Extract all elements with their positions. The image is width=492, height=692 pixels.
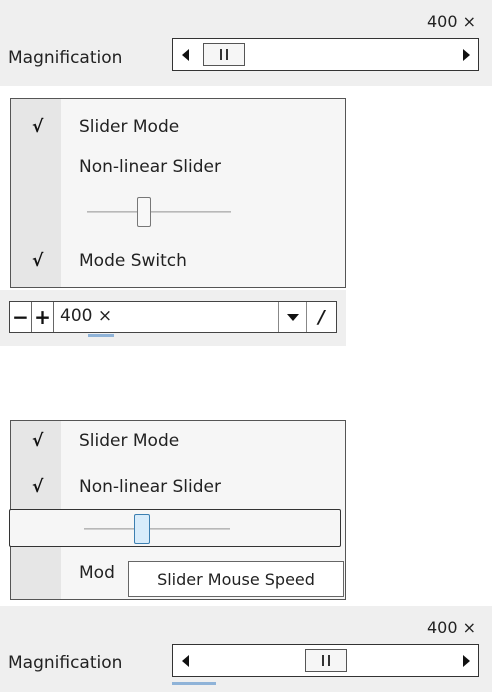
scroll-right-button[interactable] [454, 39, 478, 70]
scroll-right-button[interactable] [454, 645, 478, 676]
magnification-panel-top: 400 × Magnification [0, 0, 492, 86]
slider-thumb[interactable] [134, 514, 150, 544]
scroll-thumb[interactable] [203, 43, 245, 66]
slider-thumb[interactable] [137, 197, 151, 227]
tooltip-text: Slider Mouse Speed [157, 569, 315, 589]
menu-item-nonlinear-slider[interactable]: Non-linear Slider [11, 151, 345, 185]
magnification-label: Magnification [8, 48, 123, 68]
arrow-left-icon [181, 48, 189, 61]
magnification-label: Magnification [8, 653, 123, 673]
zoom-input[interactable]: 400 × [60, 306, 112, 326]
zoom-control: − + 400 × / [9, 301, 337, 333]
grip-icon [322, 655, 324, 666]
magnification-scrollbar[interactable] [172, 38, 479, 71]
zoom-focus-indicator [88, 334, 114, 337]
slider-track [84, 528, 230, 530]
scroll-left-button[interactable] [173, 645, 197, 676]
slider-track [87, 211, 231, 213]
zoom-toolbar: − + 400 × / [0, 290, 346, 346]
zoom-value-label: 400 × [426, 12, 476, 31]
grip-icon [220, 49, 222, 60]
arrow-left-icon [181, 654, 189, 667]
checkmark-icon: √ [32, 431, 44, 451]
slider-mouse-speed-tooltip: Slider Mouse Speed [128, 561, 344, 597]
focus-indicator [172, 682, 216, 685]
menu-item-mode-switch[interactable]: √ Mode Switch [11, 245, 345, 279]
zoom-dropdown-button[interactable] [278, 302, 306, 332]
menu-item-label: Slider Mode [79, 431, 180, 451]
scroll-left-button[interactable] [173, 39, 197, 70]
menu-item-label: Mode Switch [79, 251, 187, 271]
scroll-thumb[interactable] [305, 649, 347, 672]
menu-item-label: Non-linear Slider [79, 477, 221, 497]
arrow-right-icon [462, 48, 470, 61]
checkmark-icon: √ [32, 117, 44, 137]
zoom-out-button[interactable]: − [10, 302, 32, 332]
menu-item-nonlinear-slider[interactable]: √ Non-linear Slider [11, 471, 345, 505]
mouse-speed-slider-row[interactable] [9, 509, 341, 547]
menu-item-label: Slider Mode [79, 117, 180, 137]
menu-item-slider-mode[interactable]: √ Slider Mode [11, 425, 345, 459]
menu-item-label: Non-linear Slider [79, 157, 221, 177]
checkmark-icon: √ [32, 251, 44, 271]
zoom-edit-button[interactable]: / [306, 302, 336, 332]
menu-item-label: Mod [79, 563, 115, 583]
mouse-speed-slider[interactable] [83, 195, 233, 229]
slider-options-menu: √ Slider Mode Non-linear Slider √ Mode S… [10, 98, 346, 288]
zoom-in-button[interactable]: + [32, 302, 54, 332]
checkmark-icon: √ [32, 477, 44, 497]
magnification-scrollbar[interactable] [172, 644, 479, 677]
menu-item-slider-mode[interactable]: √ Slider Mode [11, 111, 345, 145]
zoom-value-label: 400 × [426, 618, 476, 637]
arrow-right-icon [462, 654, 470, 667]
chevron-down-icon [286, 313, 299, 321]
magnification-panel-bottom: 400 × Magnification [0, 606, 492, 692]
